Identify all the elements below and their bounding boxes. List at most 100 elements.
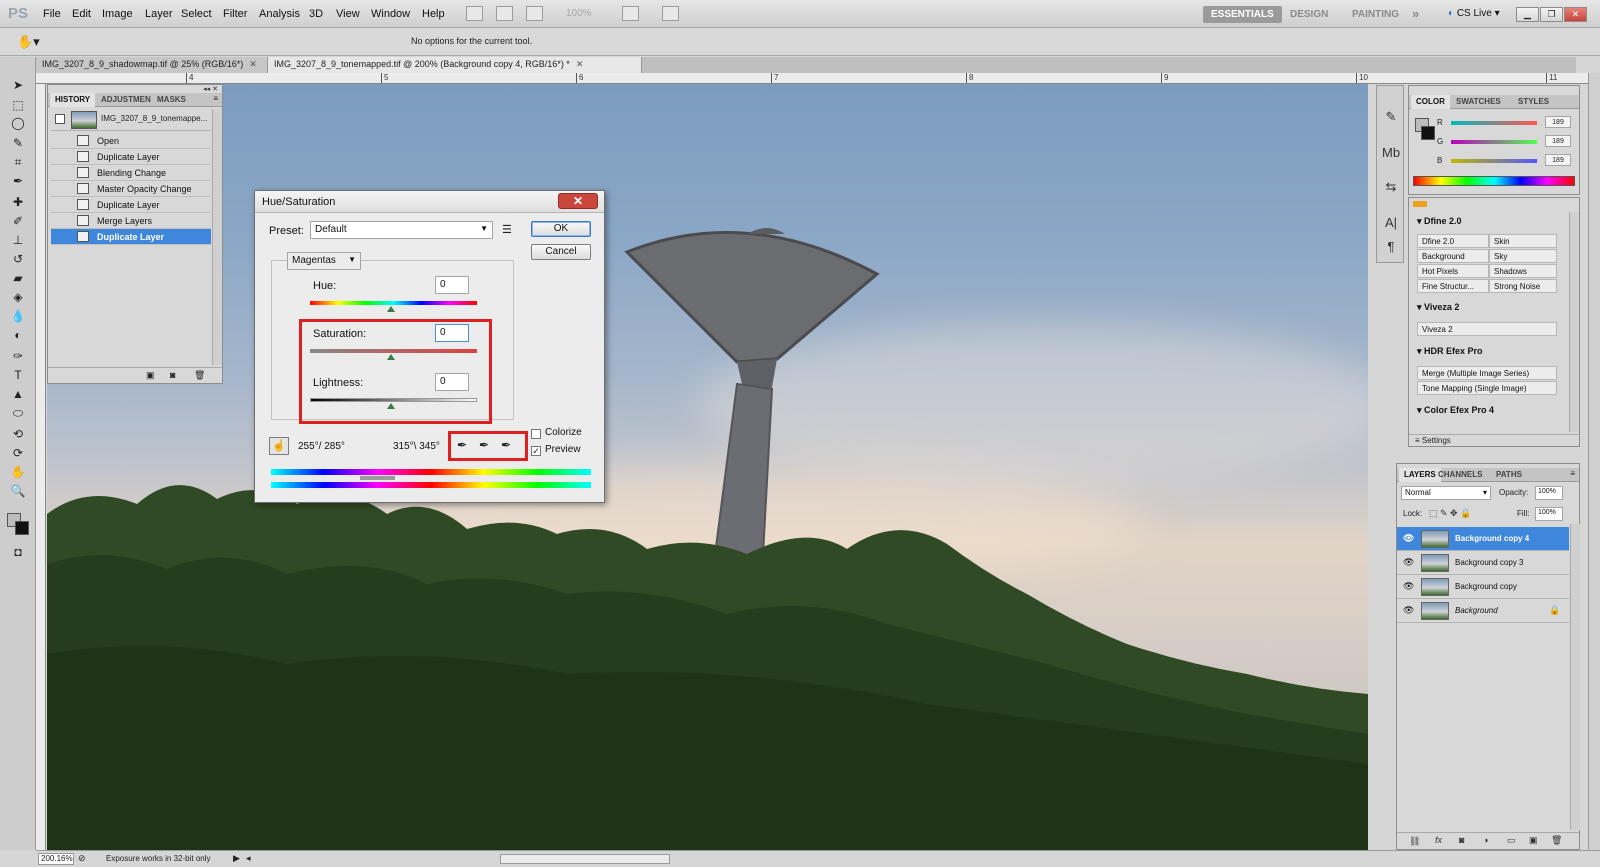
type-tool-icon[interactable]: T bbox=[9, 367, 27, 383]
nik-scrollbar[interactable] bbox=[1569, 212, 1579, 432]
nik-button[interactable]: Sky bbox=[1489, 249, 1557, 263]
3d-rotate-icon[interactable]: ⟲ bbox=[9, 426, 27, 442]
menu-filter[interactable]: Filter bbox=[223, 8, 247, 20]
history-brush-icon[interactable]: ↺ bbox=[9, 251, 27, 267]
history-item[interactable]: Duplicate Layer bbox=[51, 197, 211, 213]
menu-image[interactable]: Image bbox=[102, 8, 133, 20]
channel-slider[interactable] bbox=[1451, 140, 1537, 144]
range-slider-bar[interactable] bbox=[360, 476, 395, 480]
history-item-selected[interactable]: Duplicate Layer bbox=[51, 229, 211, 245]
nik-button[interactable]: Tone Mapping (Single Image) bbox=[1417, 381, 1557, 395]
healing-brush-icon[interactable]: ✚ bbox=[9, 194, 27, 210]
hand-tool-icon[interactable]: ✋ bbox=[9, 464, 27, 480]
camera-snapshot-icon[interactable]: ◙ bbox=[170, 370, 175, 380]
channel-value[interactable]: 189 bbox=[1545, 135, 1571, 147]
link-layers-icon[interactable]: ⛓ bbox=[1409, 836, 1420, 847]
menu-window[interactable]: Window bbox=[371, 8, 410, 20]
new-layer-icon[interactable]: ▣ bbox=[1529, 835, 1538, 846]
doc-tab-shadowmap[interactable]: IMG_3207_8_9_shadowmap.tif @ 25% (RGB/16… bbox=[36, 57, 268, 73]
adjustment-layer-icon[interactable]: ◑ bbox=[1483, 835, 1488, 845]
nik-button[interactable]: Background bbox=[1417, 249, 1489, 263]
bridge-icon[interactable] bbox=[466, 6, 483, 21]
clone-stamp-icon[interactable]: ⊥ bbox=[9, 232, 27, 248]
new-document-icon[interactable]: ▣ bbox=[146, 370, 155, 381]
tab-color[interactable]: COLOR bbox=[1411, 95, 1450, 109]
eyedropper-icon[interactable]: ✒ bbox=[457, 438, 467, 452]
screen-mode-icon[interactable] bbox=[662, 6, 679, 21]
menu-view[interactable]: View bbox=[336, 8, 360, 20]
menu-layer[interactable]: Layer bbox=[145, 8, 173, 20]
background-color-swatch[interactable] bbox=[1421, 126, 1435, 140]
history-scrollbar[interactable] bbox=[212, 109, 222, 365]
canvas-vertical-scrollbar[interactable] bbox=[1588, 73, 1600, 850]
menu-3d[interactable]: 3D bbox=[309, 8, 323, 20]
marquee-tool-icon[interactable]: ⬚ bbox=[9, 97, 27, 113]
tool-presets-icon[interactable]: ⇆ bbox=[1382, 178, 1400, 196]
eyedropper-add-icon[interactable]: ✒ bbox=[479, 438, 489, 452]
preset-select[interactable]: Default ▼ bbox=[310, 221, 493, 239]
channel-value[interactable]: 189 bbox=[1545, 116, 1571, 128]
add-mask-icon[interactable]: ◙ bbox=[1459, 835, 1464, 845]
opacity-input[interactable]: 100% bbox=[1535, 486, 1563, 500]
layer-row[interactable]: 👁 Background 🔒 bbox=[1397, 599, 1569, 623]
menu-help[interactable]: Help bbox=[422, 8, 445, 20]
tab-swatches[interactable]: SWATCHES bbox=[1451, 95, 1506, 109]
nik-button[interactable]: Hot Pixels bbox=[1417, 264, 1489, 278]
crop-tool-icon[interactable]: ⌗ bbox=[9, 154, 27, 170]
lightness-input[interactable]: 0 bbox=[435, 373, 469, 391]
minimize-button[interactable]: ▁ bbox=[1516, 7, 1539, 22]
eye-icon[interactable]: 👁 bbox=[1403, 533, 1414, 544]
section-hdr-efex[interactable]: ▾ HDR Efex Pro bbox=[1417, 346, 1483, 357]
menu-file[interactable]: File bbox=[43, 8, 61, 20]
panel-collapse-icon[interactable]: ◂◂ ✕ bbox=[203, 85, 218, 93]
eyedropper-tool-icon[interactable]: ✒ bbox=[9, 173, 27, 189]
eye-icon[interactable]: 👁 bbox=[1403, 581, 1414, 592]
targeted-adjustment-icon[interactable]: ☝ bbox=[269, 437, 289, 455]
hue-slider-thumb[interactable] bbox=[387, 306, 395, 312]
dodge-tool-icon[interactable]: ◐ bbox=[9, 327, 27, 343]
layer-row[interactable]: 👁 Background copy bbox=[1397, 575, 1569, 599]
nik-button[interactable]: Viveza 2 bbox=[1417, 322, 1557, 336]
menu-analysis[interactable]: Analysis bbox=[259, 8, 300, 20]
paint-bucket-icon[interactable]: ◈ bbox=[9, 289, 27, 305]
hue-input[interactable]: 0 bbox=[435, 276, 469, 294]
layer-row[interactable]: 👁 Background copy 3 bbox=[1397, 551, 1569, 575]
history-item[interactable]: Duplicate Layer bbox=[51, 149, 211, 165]
eye-icon[interactable]: 👁 bbox=[1403, 557, 1414, 568]
brush-presets-icon[interactable]: ✎ bbox=[1382, 108, 1400, 126]
history-item[interactable]: Master Opacity Change bbox=[51, 181, 211, 197]
menu-select[interactable]: Select bbox=[181, 8, 212, 20]
arrange-documents-icon[interactable] bbox=[622, 6, 639, 21]
quick-mask-icon[interactable]: ◘ bbox=[9, 544, 27, 560]
paragraph-icon[interactable]: ¶ bbox=[1382, 238, 1400, 256]
history-item[interactable]: Open bbox=[51, 133, 211, 149]
preview-checkbox[interactable]: ✓ bbox=[531, 446, 541, 456]
close-tab-icon[interactable]: ✕ bbox=[576, 59, 584, 69]
menu-edit[interactable]: Edit bbox=[72, 8, 91, 20]
shape-tool-icon[interactable]: ⬭ bbox=[9, 405, 27, 421]
pen-tool-icon[interactable]: ✑ bbox=[9, 348, 27, 364]
brush-tool-icon[interactable]: ✐ bbox=[9, 213, 27, 229]
tab-styles[interactable]: STYLES bbox=[1513, 95, 1554, 109]
channel-slider[interactable] bbox=[1451, 159, 1537, 163]
blend-mode-select[interactable]: Normal ▾ bbox=[1401, 486, 1491, 500]
eraser-tool-icon[interactable]: ▰ bbox=[9, 270, 27, 286]
layer-row-selected[interactable]: 👁 Background copy 4 bbox=[1397, 527, 1569, 551]
ok-button[interactable]: OK bbox=[531, 221, 591, 237]
more-workspaces-icon[interactable]: » bbox=[1404, 3, 1427, 21]
path-select-icon[interactable]: ▲ bbox=[9, 386, 27, 402]
preset-options-icon[interactable]: ☰ bbox=[502, 223, 512, 236]
nik-button[interactable]: Shadows bbox=[1489, 264, 1557, 278]
hand-tool-preset-icon[interactable]: ✋▾ bbox=[17, 34, 40, 50]
lasso-tool-icon[interactable]: ◯ bbox=[9, 115, 27, 131]
fx-icon[interactable]: fx bbox=[1435, 835, 1442, 845]
mini-bridge-icon[interactable] bbox=[496, 6, 513, 21]
saturation-slider[interactable] bbox=[310, 349, 477, 353]
character-icon[interactable]: A| bbox=[1382, 214, 1400, 232]
workspace-painting[interactable]: PAINTING bbox=[1344, 6, 1407, 23]
fill-input[interactable]: 100% bbox=[1535, 507, 1563, 521]
close-tab-icon[interactable]: ✕ bbox=[249, 59, 257, 69]
mini-bridge-icon[interactable]: Mb bbox=[1382, 144, 1400, 162]
blur-tool-icon[interactable]: 💧 bbox=[9, 308, 27, 324]
zoom-input[interactable]: 200.16% bbox=[38, 853, 74, 865]
